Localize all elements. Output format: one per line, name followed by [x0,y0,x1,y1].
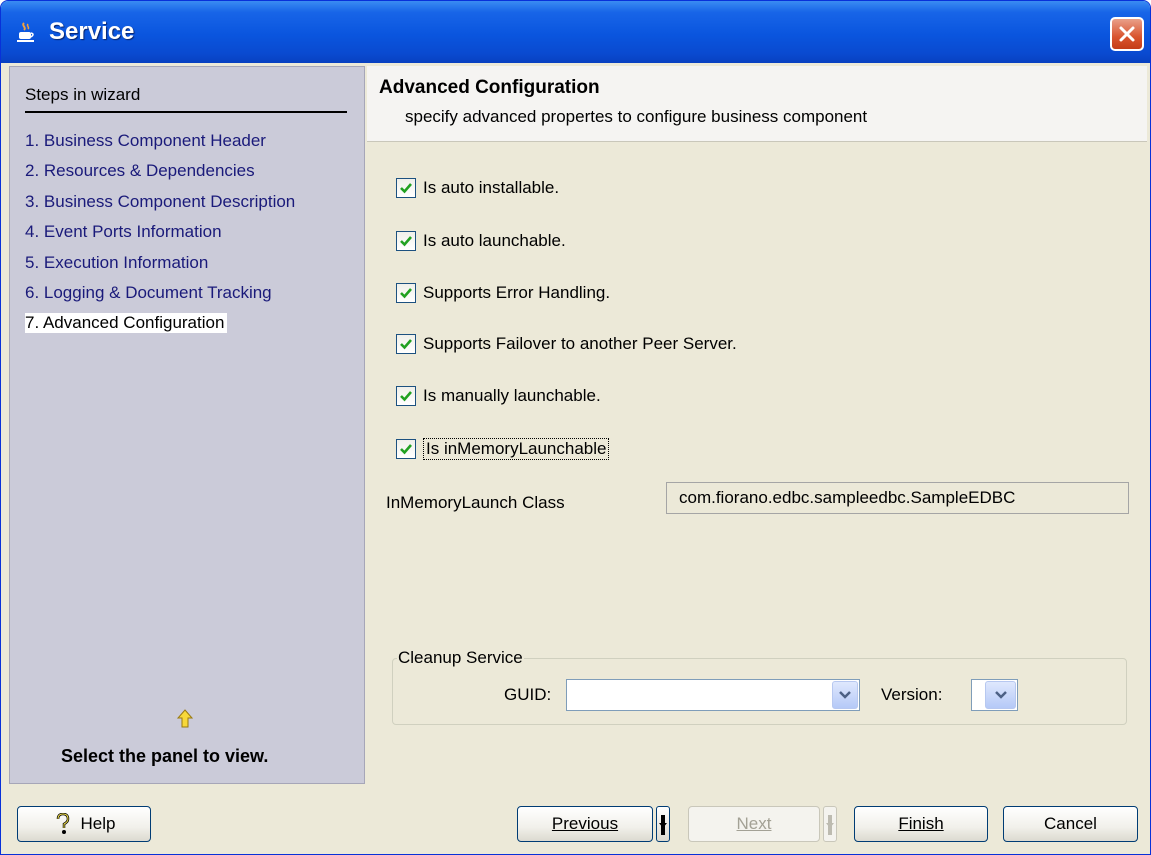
checkbox[interactable] [396,231,416,251]
checkbox[interactable] [396,334,416,354]
guid-label: GUID: [504,685,552,704]
help-label: Help [80,814,116,833]
previous-button[interactable]: Previous [517,806,653,842]
chevron-down-icon [839,691,851,699]
option-manually-launchable[interactable]: Is manually launchable. [396,385,601,407]
chevron-down-icon [826,815,834,835]
checkbox[interactable] [396,178,416,198]
cancel-button[interactable]: Cancel [1003,806,1138,842]
option-label: Is inMemoryLaunchable [423,438,610,460]
option-failover[interactable]: Supports Failover to another Peer Server… [396,333,737,355]
checkbox[interactable] [396,439,416,459]
next-button[interactable]: Next [688,806,820,842]
checkbox[interactable] [396,283,416,303]
service-dialog: Service Steps in wizard 1. Business Comp… [0,0,1151,855]
step-business-component-header[interactable]: 1. Business Component Header [25,131,266,151]
cancel-label: Cancel [1044,814,1097,833]
version-label: Version: [881,685,943,704]
option-auto-installable[interactable]: Is auto installable. [396,177,559,199]
option-auto-launchable[interactable]: Is auto launchable. [396,230,566,252]
checkmark-icon [400,288,412,299]
title-bar[interactable]: Service [1,1,1150,63]
next-dropdown-button[interactable] [823,806,837,842]
guid-dropdown-button[interactable] [832,681,858,709]
finish-button[interactable]: Finish [854,806,988,842]
step-business-component-description[interactable]: 3. Business Component Description [25,192,295,212]
page-subtitle: specify advanced propertes to configure … [405,107,868,126]
option-error-handling[interactable]: Supports Error Handling. [396,282,610,304]
help-button[interactable]: Help [17,806,151,842]
checkmark-icon [400,339,412,350]
version-combobox[interactable] [971,679,1018,711]
chevron-down-icon [659,815,667,835]
launch-class-label: InMemoryLaunch Class [386,493,565,512]
java-cup-icon [17,22,34,42]
checkbox[interactable] [396,386,416,406]
option-label: Is auto installable. [423,178,560,197]
previous-dropdown-button[interactable] [656,806,670,842]
step-logging-document-tracking[interactable]: 6. Logging & Document Tracking [25,283,272,303]
step-execution-information[interactable]: 5. Execution Information [25,253,208,273]
step-advanced-configuration[interactable]: 7. Advanced Configuration [25,313,228,333]
version-dropdown-button[interactable] [985,681,1016,709]
cleanup-service-legend: Cleanup Service [398,648,523,667]
checkmark-icon [400,391,412,402]
close-icon [1119,26,1135,42]
page-title: Advanced Configuration [379,77,600,98]
option-label: Is manually launchable. [423,386,601,405]
next-label: Next [736,814,772,833]
option-label: Is auto launchable. [423,231,566,250]
option-inmemory-launchable[interactable]: Is inMemoryLaunchable [396,438,610,460]
steps-header: Steps in wizard [25,85,141,104]
sidebar-hint: Select the panel to view. [61,746,269,766]
checkmark-icon [400,444,412,455]
finish-label: Finish [898,814,944,833]
window-title: Service [49,18,135,45]
previous-label: Previous [551,814,619,833]
up-arrow-icon [177,709,193,728]
close-button[interactable] [1110,17,1144,51]
launch-class-field[interactable]: com.fiorano.edbc.sampleedbc.SampleEDBC [666,482,1129,514]
option-label: Supports Failover to another Peer Server… [423,334,737,353]
step-resources-dependencies[interactable]: 2. Resources & Dependencies [25,161,255,181]
checkmark-icon [400,183,412,194]
help-question-icon [56,813,69,834]
checkmark-icon [400,236,412,247]
guid-combobox[interactable] [566,679,860,711]
step-event-ports-information[interactable]: 4. Event Ports Information [25,222,222,242]
steps-divider [25,111,347,113]
chevron-down-icon [995,691,1007,699]
option-label: Supports Error Handling. [423,283,611,302]
